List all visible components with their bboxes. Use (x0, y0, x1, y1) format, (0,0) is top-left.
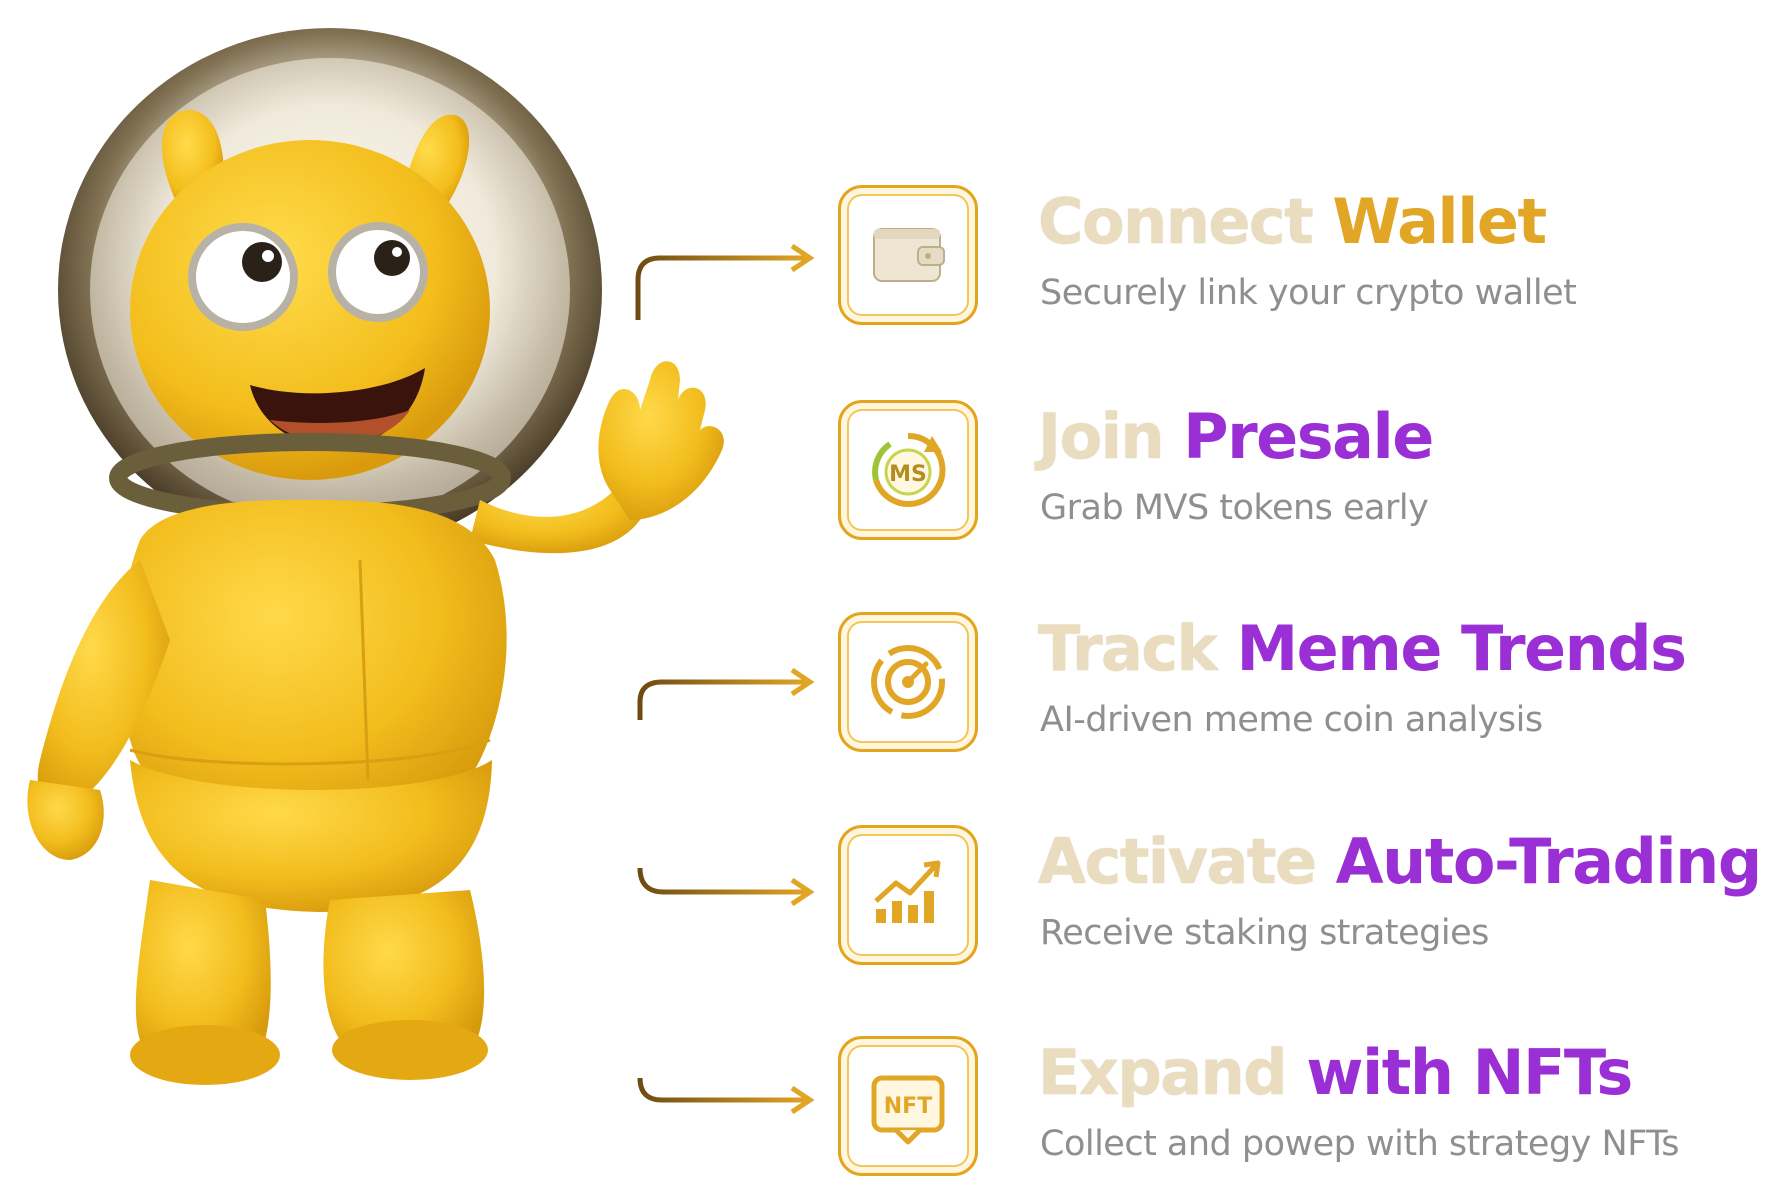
title-accent: Wallet (1332, 185, 1547, 258)
mascot-illustration (27, 28, 724, 1085)
title-accent: Auto-Trading (1335, 825, 1763, 898)
step-icon-frame (838, 825, 978, 965)
step-icon-frame (838, 612, 978, 752)
wallet-icon (873, 228, 945, 282)
title-accent: Meme Trends (1236, 612, 1687, 685)
step-subtitle: Collect and powep with strategy NFTs (1040, 1124, 1680, 1164)
step-icon-frame (838, 185, 978, 325)
step-subtitle: Securely link your crypto wallet (1040, 273, 1577, 313)
step-connect-wallet: Connect Wallet Securely link your crypto… (838, 185, 1778, 335)
step-activate-auto-trading: Activate Auto-Trading Receive staking st… (838, 825, 1778, 975)
target-icon (871, 645, 945, 719)
step-join-presale: MS Join Presale Grab MVS tokens early (838, 400, 1778, 550)
nft-icon-label: NFT (884, 1094, 932, 1119)
title-accent: with NFTs (1306, 1036, 1633, 1109)
title-main: Join (1038, 400, 1165, 473)
title-main: Track (1038, 612, 1218, 685)
title-main: Connect (1038, 185, 1314, 258)
step-subtitle: AI-driven meme coin analysis (1040, 700, 1543, 740)
step-subtitle: Receive staking strategies (1040, 913, 1489, 953)
step-title: Connect Wallet (1038, 183, 1547, 261)
step-title: Join Presale (1038, 398, 1434, 476)
title-main: Expand (1038, 1036, 1288, 1109)
step-icon-frame: MS (838, 400, 978, 540)
token-icon-label: MS (889, 462, 927, 487)
nft-icon: NFT (871, 1075, 945, 1145)
growth-chart-icon (874, 860, 941, 923)
step-title: Track Meme Trends (1038, 610, 1687, 688)
waving-hand (598, 361, 724, 520)
step-title: Expand with NFTs (1038, 1034, 1633, 1112)
step-expand-with-nfts: NFT Expand with NFTs Collect and powep w… (838, 1036, 1778, 1186)
step-track-meme-trends: Track Meme Trends AI-driven meme coin an… (838, 612, 1778, 762)
title-main: Activate (1038, 825, 1317, 898)
title-accent: Presale (1183, 400, 1434, 473)
mvs-token-icon: MS (872, 432, 946, 507)
step-title: Activate Auto-Trading (1038, 823, 1763, 901)
step-icon-frame: NFT (838, 1036, 978, 1176)
step-subtitle: Grab MVS tokens early (1040, 488, 1429, 528)
